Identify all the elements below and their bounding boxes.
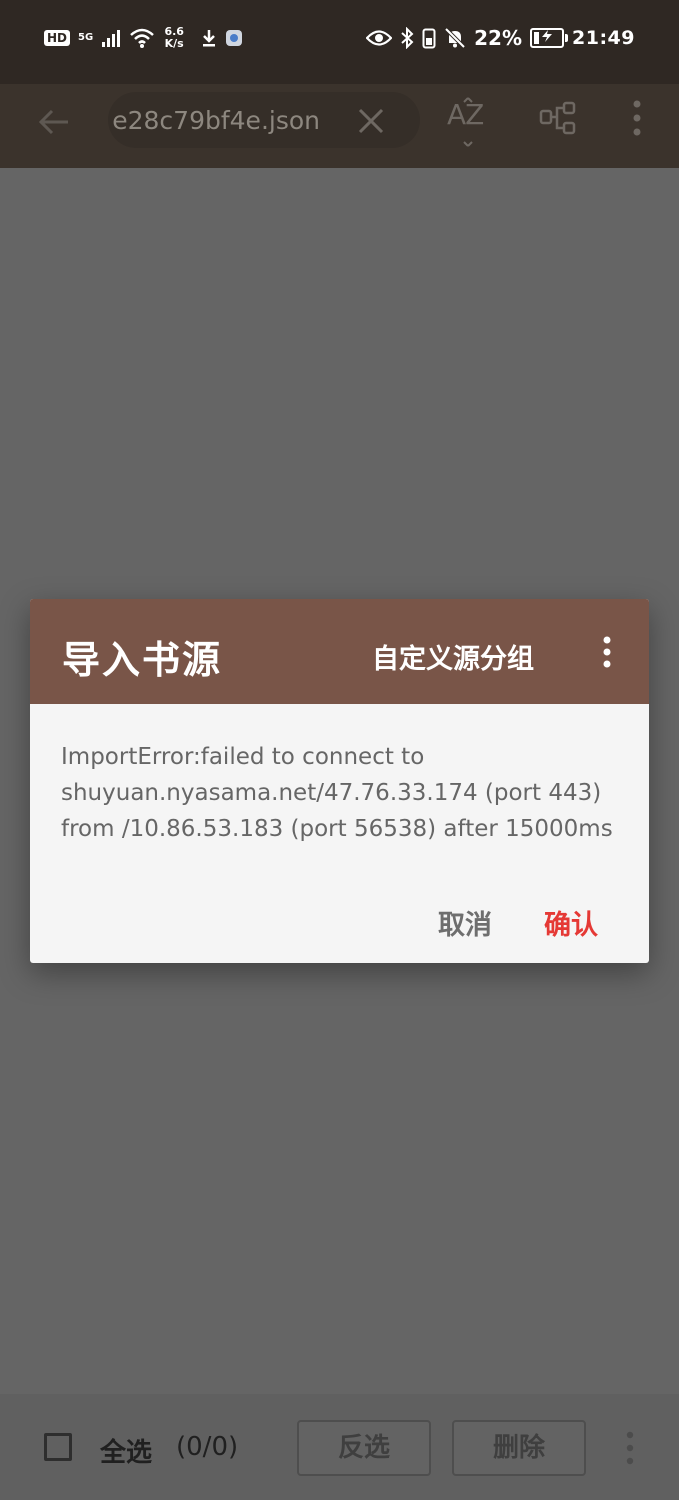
toolbar: e28c79bf4e.json AZ	[0, 84, 679, 168]
network-speed: 6.6 K/s	[163, 26, 185, 50]
dialog-header: 导入书源 自定义源分组	[30, 599, 649, 704]
search-input[interactable]: e28c79bf4e.json	[112, 106, 320, 135]
mute-bell-icon	[444, 27, 466, 49]
charging-icon	[542, 30, 553, 42]
battery-percent: 22%	[474, 26, 523, 50]
eye-icon	[366, 30, 393, 46]
app-notification-icon	[226, 30, 243, 46]
search-field[interactable]: e28c79bf4e.json	[108, 92, 420, 148]
select-all-label[interactable]: 全选	[100, 1432, 152, 1469]
bluetooth-icon	[401, 27, 414, 49]
clock: 21:49	[572, 27, 635, 49]
back-arrow-icon[interactable]	[36, 104, 72, 140]
delete-button[interactable]: 删除	[452, 1420, 586, 1476]
sort-arrows-icon	[463, 97, 473, 147]
download-icon	[203, 30, 216, 47]
sort-button[interactable]: AZ	[447, 96, 489, 148]
group-tree-icon[interactable]	[538, 98, 578, 138]
invert-selection-button[interactable]: 反选	[297, 1420, 431, 1476]
battery-level	[534, 32, 540, 44]
more-vert-icon[interactable]	[630, 98, 644, 138]
dialog-title: 导入书源	[62, 638, 223, 682]
bottom-action-bar: 全选 (0/0) 反选 删除	[0, 1394, 679, 1500]
battery-icon	[530, 28, 569, 48]
status-right: 22% 21:49	[366, 26, 635, 50]
import-source-dialog: 导入书源 自定义源分组 ImportError:failed to connec…	[30, 599, 649, 963]
cancel-button[interactable]: 取消	[438, 903, 492, 942]
error-message: ImportError:failed to connect to shuyuan…	[61, 744, 613, 842]
more-vert-icon[interactable]	[600, 635, 614, 669]
wifi-icon	[130, 28, 155, 48]
status-left: HD 5G 6.6 K/s	[44, 26, 243, 50]
hd-badge: HD	[44, 30, 71, 46]
clear-icon[interactable]	[356, 106, 386, 136]
select-all-checkbox[interactable]	[44, 1433, 72, 1461]
network-type: 5G	[78, 32, 94, 43]
confirm-button[interactable]: 确认	[544, 903, 598, 942]
status-bar: HD 5G 6.6 K/s 22% 21:49	[0, 0, 679, 84]
phone-battery-icon	[422, 28, 436, 49]
selected-count: (0/0)	[176, 1432, 239, 1462]
custom-group-button[interactable]: 自定义源分组	[372, 637, 534, 676]
more-vert-icon[interactable]	[623, 1430, 637, 1466]
speed-unit: K/s	[164, 37, 184, 50]
signal-icon	[102, 30, 121, 47]
